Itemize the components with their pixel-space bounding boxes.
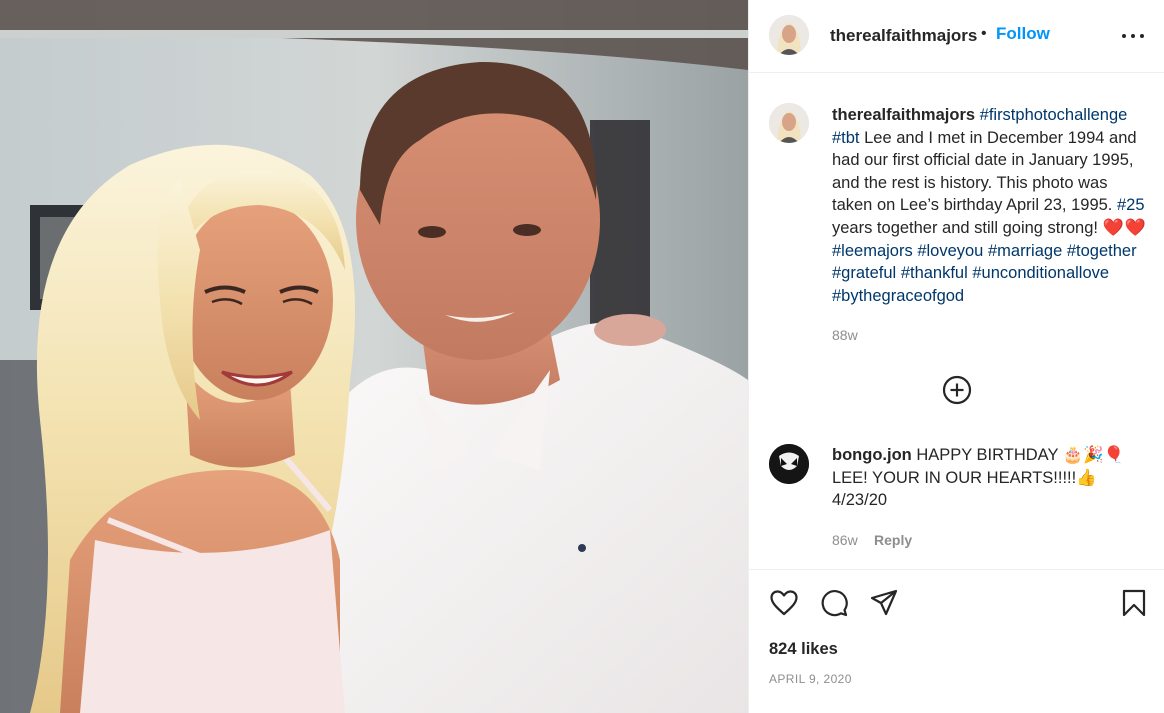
hashtag[interactable]: #loveyou xyxy=(917,242,983,260)
actions-divider xyxy=(749,569,1164,570)
hashtag[interactable]: #unconditionallove xyxy=(972,264,1109,282)
comment-icon[interactable] xyxy=(819,588,849,618)
post-header: therealfaithmajors • Follow xyxy=(749,0,1164,73)
hashtag[interactable]: #marriage xyxy=(988,242,1062,260)
separator-dot: • xyxy=(981,25,987,42)
author-avatar[interactable] xyxy=(769,15,809,55)
caption-text: years together and still going strong! xyxy=(832,218,1103,237)
follow-button[interactable]: Follow xyxy=(996,24,1050,44)
post-caption: therealfaithmajors #firstphotochallenge … xyxy=(832,104,1152,307)
likes-count[interactable]: 824 likes xyxy=(769,640,838,659)
commenter-username[interactable]: bongo.jon xyxy=(832,446,912,464)
hashtag[interactable]: #25 xyxy=(1117,196,1145,214)
post-side-panel: therealfaithmajors • Follow therealfaith… xyxy=(749,0,1164,713)
caption-text: Lee and I met in December 1994 and had o… xyxy=(832,128,1137,215)
heart-emoji: ❤️❤️ xyxy=(1102,217,1147,237)
hashtag[interactable]: #together xyxy=(1067,242,1137,260)
author-username[interactable]: therealfaithmajors xyxy=(830,26,977,46)
hashtag[interactable]: #thankful xyxy=(901,264,968,282)
hashtag[interactable]: #bythegraceofgod xyxy=(832,287,964,305)
reply-button[interactable]: Reply xyxy=(874,532,912,548)
load-more-comments-icon[interactable] xyxy=(942,375,972,405)
caption-username[interactable]: therealfaithmajors xyxy=(832,106,975,124)
photo-illustration xyxy=(0,0,748,713)
more-options-icon[interactable] xyxy=(1120,20,1146,50)
hashtag[interactable]: #tbt xyxy=(832,129,860,147)
comment: bongo.jon HAPPY BIRTHDAY 🎂🎉🎈 LEE! YOUR I… xyxy=(832,444,1152,512)
hashtag[interactable]: #leemajors xyxy=(832,242,913,260)
hashtag[interactable]: #firstphotochallenge xyxy=(980,106,1128,124)
caption-timestamp[interactable]: 88w xyxy=(832,327,858,343)
post-photo[interactable] xyxy=(0,0,748,713)
commenter-avatar[interactable] xyxy=(769,444,809,484)
caption-avatar[interactable] xyxy=(769,103,809,143)
heart-icon[interactable] xyxy=(769,588,799,618)
bookmark-icon[interactable] xyxy=(1119,588,1149,618)
post-date[interactable]: APRIL 9, 2020 xyxy=(769,672,852,686)
share-icon[interactable] xyxy=(869,588,899,618)
hashtag[interactable]: #grateful xyxy=(832,264,896,282)
comment-timestamp[interactable]: 86w xyxy=(832,532,858,548)
